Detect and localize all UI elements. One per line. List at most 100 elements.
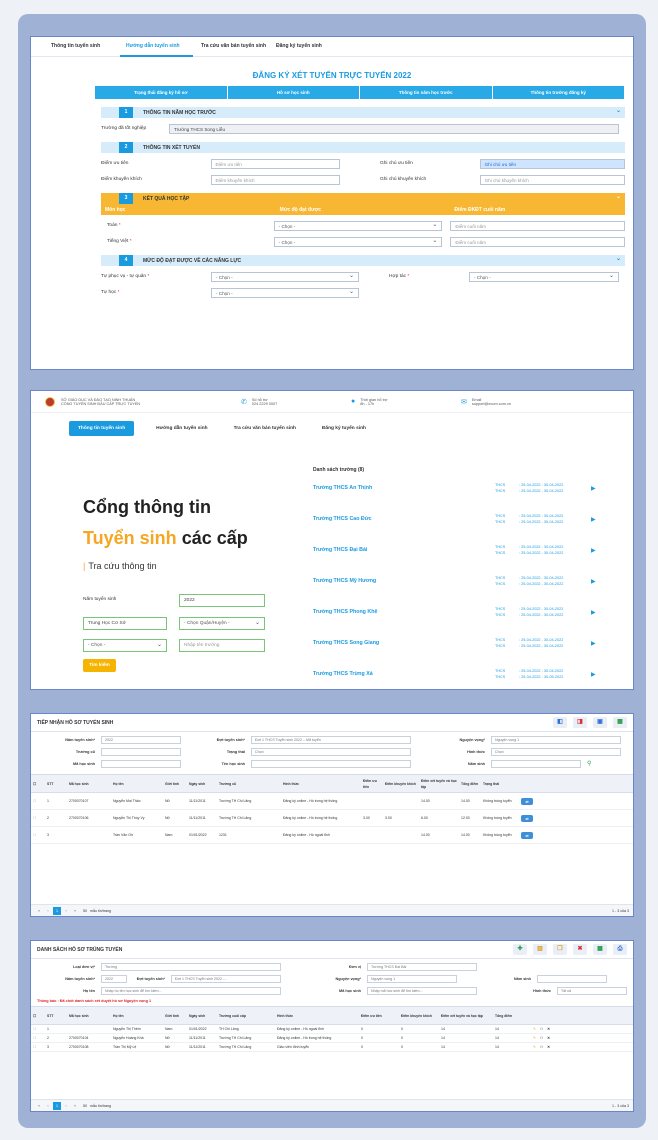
section-admission-info[interactable]: 2 THÔNG TIN XÉT TUYỂN	[101, 142, 625, 153]
vietnamese-level-select[interactable]: - Chọn -	[273, 236, 443, 247]
school-name[interactable]: Trường THCS Cao Đức	[313, 516, 495, 522]
name-input[interactable]	[251, 759, 411, 768]
users-icon[interactable]: ⚇	[538, 1044, 545, 1050]
next-page-icon[interactable]: ›	[62, 907, 70, 915]
school-name[interactable]: Trường THCS Đại Bái	[313, 547, 495, 553]
first-page-icon[interactable]: «	[35, 1102, 43, 1110]
nav-register[interactable]: Đăng ký tuyển sinh	[276, 43, 351, 51]
select-all-checkbox[interactable]: ☐	[31, 781, 45, 787]
per-page-select[interactable]: 50	[83, 1104, 87, 1108]
step-status[interactable]: Trạng thái đăng ký hồ sơ	[95, 86, 228, 99]
nav-register[interactable]: Đăng ký tuyển sinh	[322, 426, 366, 431]
select-all-checkbox[interactable]: ☐	[31, 1013, 45, 1019]
level-select[interactable]: Trung Học Cơ Sở	[83, 617, 167, 630]
cooperation-select[interactable]: - Chọn -	[469, 271, 619, 282]
row-checkbox[interactable]: ☐	[31, 1044, 45, 1050]
row-checkbox[interactable]: ☐	[31, 815, 45, 821]
page-1[interactable]: 1	[53, 906, 61, 915]
year-input[interactable]: 2022	[101, 974, 127, 983]
nav-docs[interactable]: Tra cứu văn bản tuyển sinh	[234, 426, 296, 431]
row-checkbox[interactable]: ☐	[31, 832, 45, 838]
step-profile[interactable]: Hồ sơ học sinh	[227, 86, 360, 99]
table-row[interactable]: ☐ 3 Trần Văn Ơn Nam 01/01/2022 1231 Đăng ký on…	[31, 827, 633, 844]
choose-select[interactable]: - Chọn -	[83, 639, 167, 652]
school-name[interactable]: Trường THCS Phong Khê	[313, 609, 495, 615]
table-row[interactable]: ☐ 3 2700070108 Trần Thị Mỹ Lệ Nữ 11/11/2011 Tr…	[31, 1043, 633, 1052]
table-row[interactable]: ☐ 1 Nguyễn Thị Thêm Nam 01/01/2022 TH Chi Lăn…	[31, 1025, 633, 1034]
arrow-right-icon[interactable]: ▶	[591, 640, 596, 647]
school-item[interactable]: Trường THCS Song Giang THCS THCS: 25-04-20…	[313, 636, 633, 650]
code-input[interactable]: Nhập mã học sinh để tìm kiếm...	[367, 986, 477, 995]
math-level-select[interactable]: - Chọn -	[273, 220, 443, 231]
search-icon[interactable]: ⚲	[587, 760, 591, 767]
unit-type-select[interactable]: Trường	[101, 962, 281, 971]
view-button[interactable]: ⇄	[521, 797, 533, 805]
arrow-right-icon[interactable]: ▶	[591, 609, 596, 616]
add-icon[interactable]: ✚	[513, 944, 527, 955]
state-select[interactable]: Chọn	[251, 747, 411, 756]
table-row[interactable]: ☐ 2 2700070104 Nguyễn Hoàng Khá Nữ 11/11/2011…	[31, 1034, 633, 1043]
arrow-right-icon[interactable]: ▶	[591, 516, 596, 523]
remove-icon[interactable]: ✕	[545, 1044, 552, 1050]
year-input[interactable]: 2022	[179, 594, 265, 607]
row-checkbox[interactable]: ☐	[31, 1026, 45, 1032]
edit-icon[interactable]: ✎	[531, 1026, 538, 1032]
school-item[interactable]: Trường THCS Phong Khê THCS THCS: 25-04-202…	[313, 605, 633, 619]
users-icon[interactable]: ⚇	[538, 1035, 545, 1041]
math-score-input[interactable]: Điểm cuối năm	[450, 220, 625, 231]
first-page-icon[interactable]: «	[35, 907, 43, 915]
school-item[interactable]: Trường THCS Mỹ Hương THCS THCS: 25-04-2022…	[313, 574, 633, 588]
table-row[interactable]: ☐ 1 2700070107 Nguyễn Mai Thảo Nữ 11/11/2011 T…	[31, 793, 633, 810]
school-name-input[interactable]: Nhập tên trường	[179, 639, 265, 652]
search-button[interactable]: Tìm kiếm	[83, 659, 116, 672]
users-icon[interactable]: ⚇	[538, 1026, 545, 1032]
row-checkbox[interactable]: ☐	[31, 798, 45, 804]
district-select[interactable]: - Chọn Quận/Huyện -	[179, 617, 265, 630]
dob-input[interactable]	[537, 974, 607, 983]
excel-icon[interactable]: ▦	[613, 717, 627, 728]
old-school-input[interactable]	[101, 747, 181, 756]
unit-select[interactable]: Trường THCS Đại Bái	[367, 962, 477, 971]
dob-input[interactable]	[491, 759, 581, 768]
priority-note-input[interactable]: Ghi chú ưu tiên	[479, 158, 625, 169]
next-page-icon[interactable]: ›	[62, 1102, 70, 1110]
nav-docs[interactable]: Tra cứu văn bản tuyển sinh	[201, 43, 276, 51]
nav-info[interactable]: Thông tin tuyển sinh	[51, 43, 126, 51]
chevron-down-icon[interactable]: ⌄	[616, 193, 621, 200]
form-select[interactable]: Tất cả	[557, 986, 627, 995]
arrow-right-icon[interactable]: ▶	[591, 578, 596, 585]
view-button[interactable]: ⇄	[521, 814, 533, 822]
prev-page-icon[interactable]: ‹	[44, 907, 52, 915]
section-results[interactable]: 3 KẾT QUẢ HỌC TẬP ⌄	[101, 193, 625, 204]
self-study-select[interactable]: - Chọn -	[211, 287, 359, 298]
remove-icon[interactable]: ✕	[545, 1026, 552, 1032]
copy-icon[interactable]: ❐	[553, 944, 567, 955]
name-input[interactable]: Nhập họ tên học sinh để tìm kiếm...	[101, 986, 281, 995]
nav-info[interactable]: Thông tin tuyển sinh	[69, 420, 135, 436]
save-icon[interactable]: ▣	[593, 717, 607, 728]
import-icon[interactable]: ◧	[553, 717, 567, 728]
bonus-note-input[interactable]: Ghi chú khuyến khích	[479, 174, 625, 185]
school-name[interactable]: Trường THCS Trừng Xá	[313, 671, 495, 677]
page-1[interactable]: 1	[53, 1101, 61, 1110]
vietnamese-score-input[interactable]: Điểm cuối năm	[450, 236, 625, 247]
school-item[interactable]: Trường THCS An Thịnh THCS THCS: 25-04-2022…	[313, 481, 633, 495]
form-select[interactable]: Chọn	[491, 747, 621, 756]
school-name[interactable]: Trường THCS An Thịnh	[313, 485, 495, 491]
row-checkbox[interactable]: ☐	[31, 1035, 45, 1041]
print-icon[interactable]: ⎙	[613, 944, 627, 955]
arrow-right-icon[interactable]: ▶	[591, 485, 596, 492]
round-select[interactable]: Đợt 1 THCS Tuyển sinh 2022 -...	[171, 974, 281, 983]
nav-guide[interactable]: Hướng dẫn tuyển sinh	[120, 43, 201, 57]
step-prev-year[interactable]: Thông tin năm học trước	[360, 86, 493, 99]
wish-select[interactable]: Nguyện vọng 1	[367, 974, 457, 983]
self-service-select[interactable]: - Chọn -	[211, 271, 359, 282]
last-page-icon[interactable]: »	[71, 907, 79, 915]
section-prev-year[interactable]: 1 THÔNG TIN NĂM HỌC TRƯỚC ⌄	[101, 107, 625, 118]
round-select[interactable]: Đợt 1 THCS Tuyển sinh 2022 – Mã tuyển	[251, 735, 411, 744]
table-row[interactable]: ☐ 2 2700070106 Nguyễn Thị Thúy Vy Nữ 11/11/20…	[31, 810, 633, 827]
school-item[interactable]: Trường THCS Cao Đức THCS THCS: 25-04-2022 …	[313, 512, 633, 526]
view-button[interactable]: ⇄	[521, 831, 533, 839]
last-page-icon[interactable]: »	[71, 1102, 79, 1110]
school-item[interactable]: Trường THCS Đại Bái THCS THCS: 25-04-2022 …	[313, 543, 633, 557]
